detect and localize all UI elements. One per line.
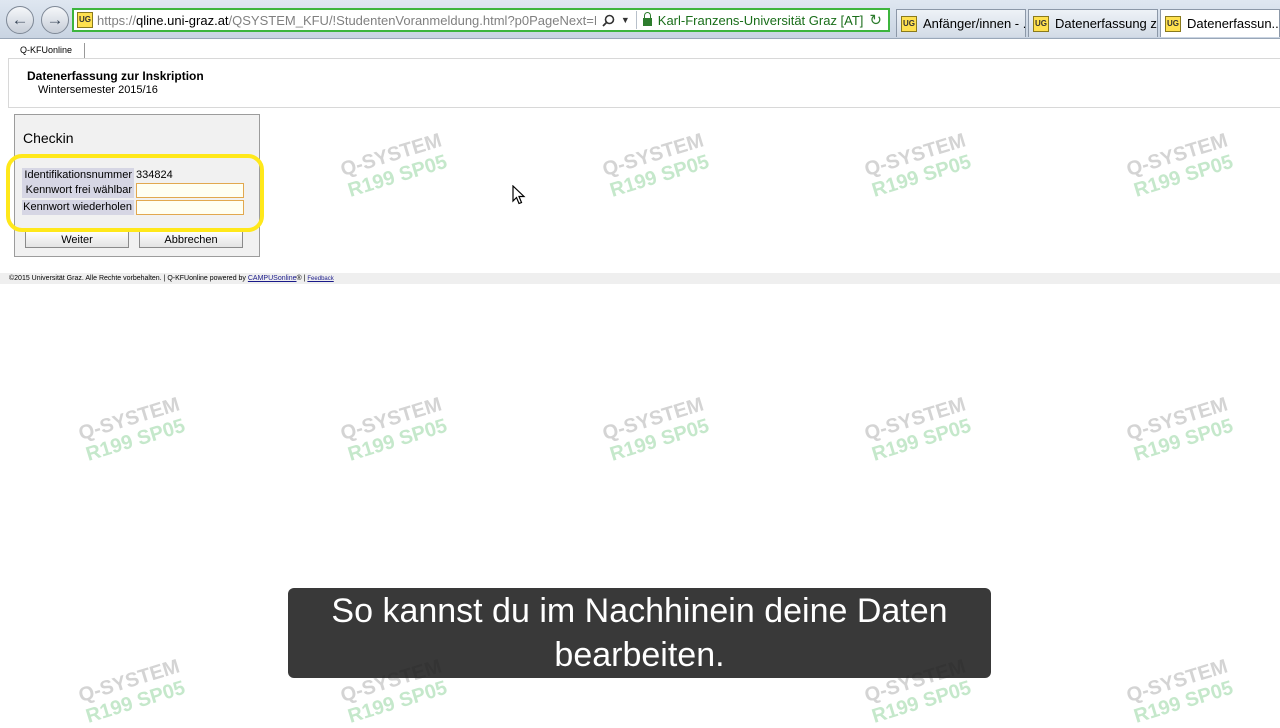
lock-icon (642, 12, 652, 26)
tab-favicon-icon: UG (901, 15, 917, 32)
forward-button[interactable]: → (41, 6, 69, 34)
browser-tab-datenerfassung-1[interactable]: UG Datenerfassung z... (1028, 9, 1158, 37)
watermark: Q-SYSTEM R199 SP05 (862, 129, 975, 202)
address-separator (635, 11, 637, 29)
watermark: Q-SYSTEM R199 SP05 (1124, 655, 1237, 728)
watermark: Q-SYSTEM R199 SP05 (1124, 393, 1237, 466)
refresh-icon[interactable]: ↻ (869, 11, 882, 29)
watermark: Q-SYSTEM R199 SP05 (1124, 129, 1237, 202)
watermark: Q-SYSTEM R199 SP05 (76, 655, 189, 728)
browser-tab-datenerfassung-2[interactable]: UG Datenerfassun... (1160, 9, 1280, 37)
campusonline-link[interactable]: CAMPUSonline (248, 275, 297, 282)
arrow-right-icon: → (46, 10, 64, 29)
tab-favicon-icon: UG (1165, 15, 1181, 32)
dropdown-icon[interactable]: ▼ (621, 15, 630, 25)
page-footer: ©2015 Universität Graz. Alle Rechte vorb… (0, 273, 1280, 284)
cancel-button[interactable]: Abbrechen (139, 231, 243, 248)
tab-label: Anfänger/innen - ... (923, 16, 1026, 31)
arrow-left-icon: ← (11, 10, 29, 29)
video-subtitle-caption: So kannst du im Nachhinein deine Daten b… (288, 588, 991, 678)
tab-label: Datenerfassung z... (1055, 16, 1158, 31)
search-icon[interactable] (602, 14, 615, 27)
url-text[interactable]: https://qline.uni-graz.at/QSYSTEM_KFU/!S… (97, 13, 596, 28)
footer-copyright: ©2015 Universität Graz. Alle Rechte vorb… (9, 275, 248, 282)
address-bar[interactable]: UG https://qline.uni-graz.at/QSYSTEM_KFU… (72, 8, 890, 32)
checkin-title: Checkin (23, 130, 74, 146)
site-favicon-icon: UG (77, 12, 93, 28)
footer-separator: ® | (296, 275, 308, 282)
tab-label: Datenerfassun... (1187, 16, 1280, 31)
watermark: Q-SYSTEM R199 SP05 (338, 393, 451, 466)
browser-tab-anfaenger[interactable]: UG Anfänger/innen - ... (896, 9, 1026, 37)
watermark: Q-SYSTEM R199 SP05 (862, 393, 975, 466)
browser-toolbar: ← → UG https://qline.uni-graz.at/QSYSTEM… (0, 0, 1280, 39)
tab-favicon-icon: UG (1033, 15, 1049, 32)
ssl-identity-label[interactable]: Karl-Franzens-Universität Graz [AT] (658, 13, 864, 28)
mouse-cursor-icon (512, 185, 526, 205)
yellow-highlight-annotation (6, 154, 264, 232)
feedback-link[interactable]: Feedback (307, 276, 333, 282)
app-tab-qkfuonline[interactable]: Q-KFUonline (8, 43, 86, 58)
page-subtitle: Wintersemester 2015/16 (38, 84, 158, 96)
watermark: Q-SYSTEM R199 SP05 (76, 393, 189, 466)
back-button[interactable]: ← (6, 6, 34, 34)
next-button[interactable]: Weiter (25, 231, 129, 248)
watermark: Q-SYSTEM R199 SP05 (600, 129, 713, 202)
page-title: Datenerfassung zur Inskription (27, 69, 204, 83)
page-header: Datenerfassung zur Inskription Wintersem… (8, 58, 1280, 108)
watermark: Q-SYSTEM R199 SP05 (338, 129, 451, 202)
watermark: Q-SYSTEM R199 SP05 (600, 393, 713, 466)
